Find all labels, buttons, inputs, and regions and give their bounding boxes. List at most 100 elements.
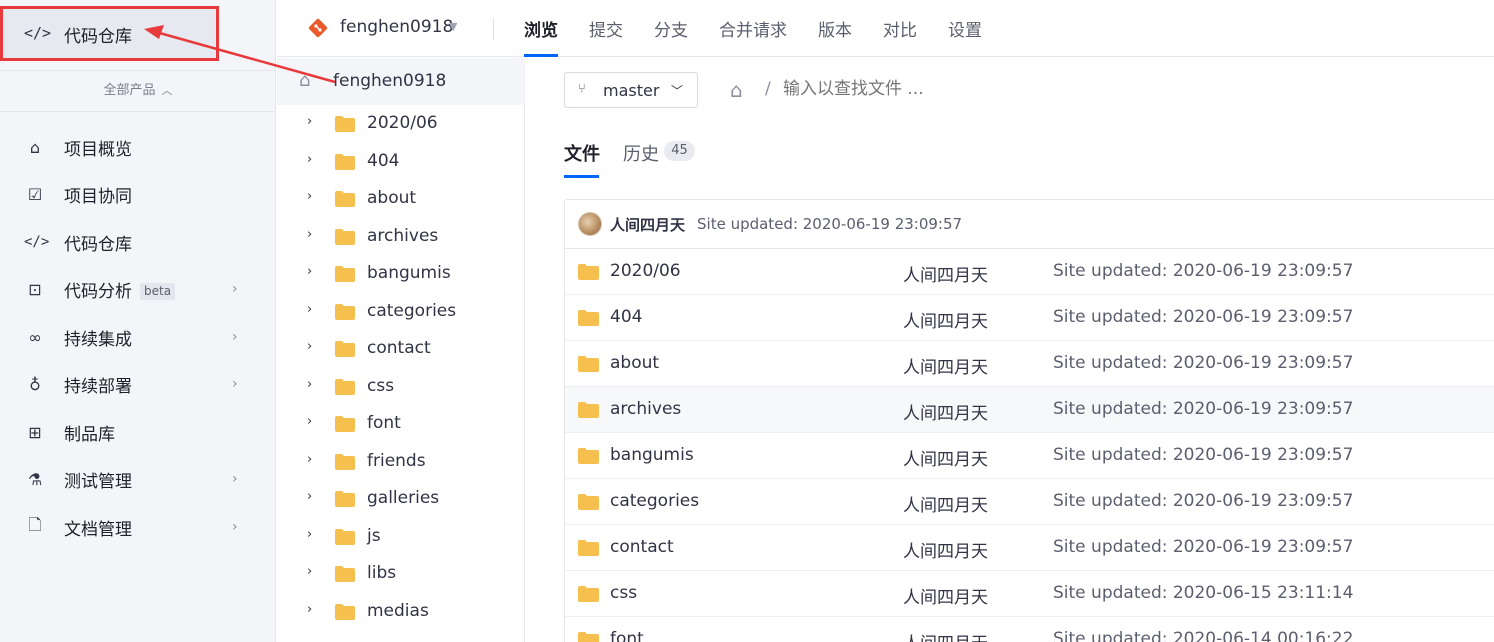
home-icon[interactable]: ⌂ bbox=[730, 78, 743, 102]
chevron-right-icon[interactable]: › bbox=[307, 114, 312, 129]
tab-compare[interactable]: 对比 bbox=[883, 16, 917, 41]
avatar[interactable] bbox=[578, 212, 602, 236]
chevron-right-icon[interactable]: › bbox=[307, 377, 312, 392]
table-row[interactable]: bangumis 人间四月天 Site updated: 2020-06-19 23… bbox=[565, 433, 1494, 479]
tree-item[interactable]: › js bbox=[277, 519, 525, 556]
repo-switcher[interactable]: fenghen0918 bbox=[340, 17, 453, 37]
nav-item-docs[interactable]: 🗋 文档管理 › bbox=[0, 505, 276, 549]
file-commit-message[interactable]: Site updated: 2020-06-19 23:09:57 bbox=[1053, 399, 1353, 419]
subtab-files[interactable]: 文件 bbox=[564, 140, 600, 166]
nav-item-project-overview[interactable]: ⌂ 项目概览 bbox=[0, 125, 276, 169]
package-icon: ⊞ bbox=[28, 422, 42, 442]
file-commit-author[interactable]: 人间四月天 bbox=[903, 307, 988, 332]
tree-item[interactable]: › font bbox=[277, 406, 525, 443]
file-commit-author[interactable]: 人间四月天 bbox=[903, 353, 988, 378]
file-name[interactable]: font bbox=[610, 629, 644, 642]
chevron-right-icon[interactable]: › bbox=[307, 527, 312, 542]
chevron-right-icon[interactable]: › bbox=[307, 452, 312, 467]
file-commit-author[interactable]: 人间四月天 bbox=[903, 445, 988, 470]
tab-branches[interactable]: 分支 bbox=[654, 16, 688, 41]
file-tree: ⌂ fenghen0918 › 2020/06 › 404 › about › archive… bbox=[277, 58, 525, 642]
tree-item[interactable]: › bangumis bbox=[277, 256, 525, 293]
nav-item-testing[interactable]: ⚗ 测试管理 › bbox=[0, 457, 276, 501]
table-row[interactable]: 404 人间四月天 Site updated: 2020-06-19 23:09:5… bbox=[565, 295, 1494, 341]
beta-badge: beta bbox=[140, 283, 176, 300]
file-commit-author[interactable]: 人间四月天 bbox=[903, 629, 988, 642]
file-commit-author[interactable]: 人间四月天 bbox=[903, 491, 988, 516]
file-commit-message[interactable]: Site updated: 2020-06-19 23:09:57 bbox=[1053, 307, 1353, 327]
tab-browse[interactable]: 浏览 bbox=[524, 16, 558, 41]
tab-settings[interactable]: 设置 bbox=[948, 16, 982, 41]
table-row[interactable]: 2020/06 人间四月天 Site updated: 2020-06-19 23:… bbox=[565, 249, 1494, 295]
commit-author[interactable]: 人间四月天 bbox=[610, 214, 685, 235]
file-name[interactable]: archives bbox=[610, 399, 681, 419]
file-commit-message[interactable]: Site updated: 2020-06-15 23:11:14 bbox=[1053, 583, 1353, 603]
tab-merge-requests[interactable]: 合并请求 bbox=[719, 16, 787, 41]
file-commit-message[interactable]: Site updated: 2020-06-14 00:16:22 bbox=[1053, 629, 1353, 642]
file-commit-author[interactable]: 人间四月天 bbox=[903, 537, 988, 562]
nav-item-cd[interactable]: ♁ 持续部署 › bbox=[0, 362, 276, 406]
tree-item[interactable]: › contact bbox=[277, 331, 525, 368]
nav-item-code-analysis[interactable]: ⊡ 代码分析 beta › bbox=[0, 267, 276, 311]
table-row[interactable]: contact 人间四月天 Site updated: 2020-06-19 23:… bbox=[565, 525, 1494, 571]
nav-item-artifacts[interactable]: ⊞ 制品库 bbox=[0, 410, 276, 454]
chevron-right-icon[interactable]: › bbox=[307, 302, 312, 317]
file-commit-author[interactable]: 人间四月天 bbox=[903, 261, 988, 286]
infinity-icon: ∞ bbox=[28, 327, 42, 347]
tree-item[interactable]: › 2020/06 bbox=[277, 106, 525, 143]
chevron-right-icon[interactable]: › bbox=[307, 414, 312, 429]
chevron-right-icon[interactable]: › bbox=[307, 264, 312, 279]
folder-icon bbox=[335, 303, 355, 320]
chevron-right-icon[interactable]: › bbox=[307, 227, 312, 242]
tree-item[interactable]: › archives bbox=[277, 219, 525, 256]
file-commit-message[interactable]: Site updated: 2020-06-19 23:09:57 bbox=[1053, 537, 1353, 557]
chevron-right-icon[interactable]: › bbox=[307, 602, 312, 617]
tree-item[interactable]: › libs bbox=[277, 556, 525, 593]
file-commit-message[interactable]: Site updated: 2020-06-19 23:09:57 bbox=[1053, 445, 1353, 465]
tree-item[interactable]: › friends bbox=[277, 444, 525, 481]
subtab-history[interactable]: 历史 bbox=[623, 140, 659, 166]
file-commit-author[interactable]: 人间四月天 bbox=[903, 583, 988, 608]
tab-releases[interactable]: 版本 bbox=[818, 16, 852, 41]
file-name[interactable]: 404 bbox=[610, 307, 642, 327]
file-name[interactable]: css bbox=[610, 583, 637, 603]
file-name[interactable]: 2020/06 bbox=[610, 261, 681, 281]
nav-item-ci[interactable]: ∞ 持续集成 › bbox=[0, 315, 276, 359]
tree-item[interactable]: › 404 bbox=[277, 144, 525, 181]
file-commit-author[interactable]: 人间四月天 bbox=[903, 399, 988, 424]
chevron-right-icon[interactable]: › bbox=[307, 339, 312, 354]
chevron-right-icon[interactable]: › bbox=[307, 189, 312, 204]
chevron-right-icon[interactable]: › bbox=[307, 152, 312, 167]
nav-item-label: 项目协同 bbox=[64, 186, 132, 207]
file-commit-message[interactable]: Site updated: 2020-06-19 23:09:57 bbox=[1053, 353, 1353, 373]
tree-item[interactable]: › categories bbox=[277, 294, 525, 331]
chevron-right-icon[interactable]: › bbox=[307, 564, 312, 579]
nav-item-code-repo[interactable]: </> 代码仓库 bbox=[0, 220, 276, 264]
table-row[interactable]: archives 人间四月天 Site updated: 2020-06-19 23… bbox=[565, 387, 1494, 433]
branch-icon: ⑂ bbox=[578, 82, 586, 97]
file-table: 人间四月天 Site updated: 2020-06-19 23:09:57 … bbox=[564, 199, 1494, 642]
file-name[interactable]: about bbox=[610, 353, 659, 373]
tab-commits[interactable]: 提交 bbox=[589, 16, 623, 41]
file-search-input[interactable] bbox=[783, 79, 983, 99]
file-commit-message[interactable]: Site updated: 2020-06-19 23:09:57 bbox=[1053, 261, 1353, 281]
tree-item[interactable]: › about bbox=[277, 181, 525, 218]
tree-item[interactable]: › css bbox=[277, 369, 525, 406]
nav-item-collaboration[interactable]: ☑ 项目协同 bbox=[0, 172, 276, 216]
nav-item-label: 项目概览 bbox=[64, 139, 132, 160]
table-row[interactable]: css 人间四月天 Site updated: 2020-06-15 23:11:1… bbox=[565, 571, 1494, 617]
tree-item-label: contact bbox=[367, 338, 431, 358]
caret-down-icon[interactable]: ▼ bbox=[449, 20, 457, 33]
file-name[interactable]: categories bbox=[610, 491, 699, 511]
branch-selector[interactable]: ⑂ master ﹀ bbox=[564, 72, 698, 108]
table-row[interactable]: font 人间四月天 Site updated: 2020-06-14 00:16:… bbox=[565, 617, 1494, 642]
chevron-right-icon[interactable]: › bbox=[307, 489, 312, 504]
table-row[interactable]: about 人间四月天 Site updated: 2020-06-19 23:09… bbox=[565, 341, 1494, 387]
file-name[interactable]: contact bbox=[610, 537, 674, 557]
file-commit-message[interactable]: Site updated: 2020-06-19 23:09:57 bbox=[1053, 491, 1353, 511]
tree-item[interactable]: › galleries bbox=[277, 481, 525, 518]
tree-item[interactable]: › medias bbox=[277, 594, 525, 631]
commit-message[interactable]: Site updated: 2020-06-19 23:09:57 bbox=[697, 215, 962, 233]
file-name[interactable]: bangumis bbox=[610, 445, 694, 465]
table-row[interactable]: categories 人间四月天 Site updated: 2020-06-19 … bbox=[565, 479, 1494, 525]
